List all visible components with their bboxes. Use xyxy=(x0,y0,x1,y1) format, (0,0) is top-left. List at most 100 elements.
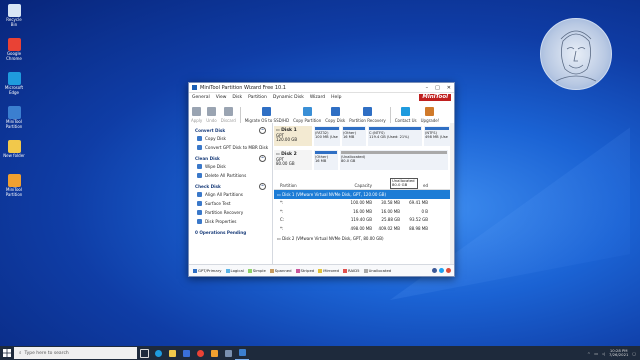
desktop-icon[interactable]: New folder xyxy=(3,140,25,159)
network-icon[interactable]: ▭ xyxy=(594,351,598,356)
desktop-app-icon xyxy=(7,140,21,153)
sidebar-section-header[interactable]: Check Disk ^ xyxy=(189,182,272,190)
table-row[interactable]: ▭ Disk 1 (VMware Virtual NVMe Disk, GPT,… xyxy=(274,190,450,199)
contact-icon xyxy=(401,107,411,116)
sidebar-item[interactable]: Convert GPT Disk to MBR Disk xyxy=(189,143,272,152)
disk-1-part-4[interactable]: (NTFS) 498 MB (Use xyxy=(424,126,450,146)
sidebar-item[interactable]: Delete All Partitions xyxy=(189,171,272,180)
twitter-icon[interactable] xyxy=(439,268,444,273)
disk-2-part-2[interactable]: (Unallocated) 80.0 GB xyxy=(340,150,448,170)
col-partition[interactable]: Partition xyxy=(274,183,342,188)
legend-item: GPT/Primary xyxy=(193,268,222,273)
toolbar-button[interactable]: Partition Recovery xyxy=(349,107,386,123)
disk-map-panel: ▭ Disk 1 GPT 120.00 GB (FAT32) 100 MB (Us… xyxy=(273,123,454,265)
sidebar-item[interactable]: Copy Disk xyxy=(189,134,272,143)
collapse-icon[interactable]: ^ xyxy=(259,154,266,162)
legend-item: RAID5 xyxy=(343,268,360,273)
toolbar-button[interactable]: Migrate OS to SSD/HD xyxy=(245,107,289,123)
disk-1-part-2[interactable]: (Other) 16 MB xyxy=(342,126,366,146)
desktop-icon[interactable]: Google Chrome xyxy=(3,38,25,61)
desktop-icon[interactable]: Microsoft Edge xyxy=(3,72,25,95)
explorer-taskbar-icon[interactable] xyxy=(165,346,179,360)
sidebar-item[interactable]: Wipe Disk xyxy=(189,162,272,171)
user-avatar-sketch xyxy=(540,18,612,90)
legend-swatch xyxy=(247,268,252,273)
legend-swatch xyxy=(363,268,368,273)
table-row[interactable]: *: 498.00 MB 409.02 MB 88.98 MB xyxy=(274,224,450,233)
collapse-icon[interactable]: ^ xyxy=(259,126,266,134)
disk-2-part-1[interactable]: (Other) 16 MB xyxy=(314,150,338,170)
files-taskbar-icon[interactable] xyxy=(207,346,221,360)
disk-1-row[interactable]: ▭ Disk 1 GPT 120.00 GB (FAT32) 100 MB (Us… xyxy=(274,126,450,146)
disk-2-label[interactable]: ▭ Disk 2 GPT 80.00 GB xyxy=(274,150,312,170)
migrate-icon xyxy=(262,107,272,116)
action-sidebar: Convert Disk ^ Copy Disk Convert GPT Disk t… xyxy=(189,123,273,265)
search-icon: ⌕ xyxy=(19,351,22,356)
legend-swatch xyxy=(269,268,274,273)
minimize-button[interactable]: – xyxy=(426,85,429,91)
start-button[interactable] xyxy=(0,346,14,360)
legend-item: Unallocated xyxy=(363,268,391,273)
sidebar-section-header[interactable]: 0 Operations Pending xyxy=(189,228,272,236)
menu-partition[interactable]: Partition xyxy=(248,95,267,100)
desktop-app-icon xyxy=(7,4,21,17)
task-view-icon[interactable] xyxy=(137,346,151,360)
taskbar-search[interactable]: ⌕ Type here to search xyxy=(14,347,137,359)
toolbar-button[interactable]: Copy Partition xyxy=(293,107,321,123)
toolbar-button[interactable]: Copy Disk xyxy=(325,107,345,123)
table-header: Partition Capacity U ed xyxy=(274,181,450,190)
col-capacity[interactable]: Capacity xyxy=(342,183,372,188)
sidebar-item[interactable]: Align All Partitions xyxy=(189,190,272,199)
disk-1-label[interactable]: ▭ Disk 1 GPT 120.00 GB xyxy=(274,126,312,146)
app-logo-icon xyxy=(192,85,197,90)
action-icon xyxy=(197,136,202,141)
desktop-icon[interactable]: MiniTool Partition xyxy=(3,174,25,197)
table-row[interactable]: ▭ Disk 2 (VMware Virtual NVMe Disk, GPT,… xyxy=(274,235,450,244)
disk-1-part-1[interactable]: (FAT32) 100 MB (Use xyxy=(314,126,340,146)
sidebar-item[interactable]: Disk Properties xyxy=(189,217,272,226)
toolbar-button[interactable]: Apply xyxy=(191,107,202,123)
minitool-taskbar-icon[interactable] xyxy=(235,346,249,360)
volume-icon[interactable]: ◁ xyxy=(602,351,605,356)
menu-wizard[interactable]: Wizard xyxy=(310,95,325,100)
table-row[interactable]: *: 16.00 MB 16.00 MB 0 B xyxy=(274,207,450,216)
upgrade-icon xyxy=(425,107,435,116)
menu-view[interactable]: View xyxy=(216,95,227,100)
toolbar-button[interactable]: Upgrade! xyxy=(421,107,439,123)
menu-general[interactable]: General xyxy=(192,95,210,100)
menu-bar: General View Disk Partition Dynamic Disk… xyxy=(189,93,454,101)
toolbar-button[interactable]: Discard xyxy=(221,107,236,123)
sidebar-item[interactable]: Surface Test xyxy=(189,199,272,208)
collapse-icon[interactable]: ^ xyxy=(259,182,266,190)
sidebar-section-header[interactable]: Clean Disk ^ xyxy=(189,154,272,162)
edge-taskbar-icon[interactable] xyxy=(151,346,165,360)
disk-1-part-3[interactable]: C:(NTFS) 119.4 GB (Used: 21%) xyxy=(368,126,422,146)
menu-help[interactable]: Help xyxy=(331,95,341,100)
menu-disk[interactable]: Disk xyxy=(232,95,242,100)
app-taskbar-icon[interactable] xyxy=(221,346,235,360)
toolbar-separator xyxy=(389,107,391,123)
table-row[interactable]: *: 100.00 MB 30.58 MB 69.41 MB xyxy=(274,199,450,208)
vertical-scrollbar[interactable] xyxy=(450,123,454,265)
action-icon xyxy=(197,164,202,169)
google-plus-icon[interactable] xyxy=(446,268,451,273)
sidebar-item[interactable]: Partition Recovery xyxy=(189,208,272,217)
table-row[interactable]: C: 119.40 GB 25.88 GB 93.52 GB xyxy=(274,216,450,225)
chrome-taskbar-icon[interactable] xyxy=(193,346,207,360)
clock[interactable]: 10:28 PM 7/26/2021 xyxy=(609,348,628,358)
store-taskbar-icon[interactable] xyxy=(179,346,193,360)
facebook-icon[interactable] xyxy=(432,268,437,273)
maximize-button[interactable]: □ xyxy=(435,85,440,91)
desktop-icon[interactable]: Recycle Bin xyxy=(3,4,25,27)
desktop-icon[interactable]: MiniTool Partition xyxy=(3,106,25,129)
close-icon xyxy=(223,107,233,116)
sidebar-section-header[interactable]: Convert Disk ^ xyxy=(189,126,272,134)
legend-item: Simple xyxy=(247,268,266,273)
chevron-up-icon[interactable]: ^ xyxy=(587,351,590,356)
toolbar-button[interactable]: Undo xyxy=(206,107,217,123)
menu-dynamic-disk[interactable]: Dynamic Disk xyxy=(273,95,304,100)
notification-icon[interactable]: ▢ xyxy=(632,351,636,356)
toolbar-button[interactable]: Contact Us xyxy=(395,107,417,123)
close-button[interactable]: ✕ xyxy=(447,85,451,91)
disk-2-row[interactable]: ▭ Disk 2 GPT 80.00 GB (Other) 16 MB (Unal… xyxy=(274,150,450,170)
